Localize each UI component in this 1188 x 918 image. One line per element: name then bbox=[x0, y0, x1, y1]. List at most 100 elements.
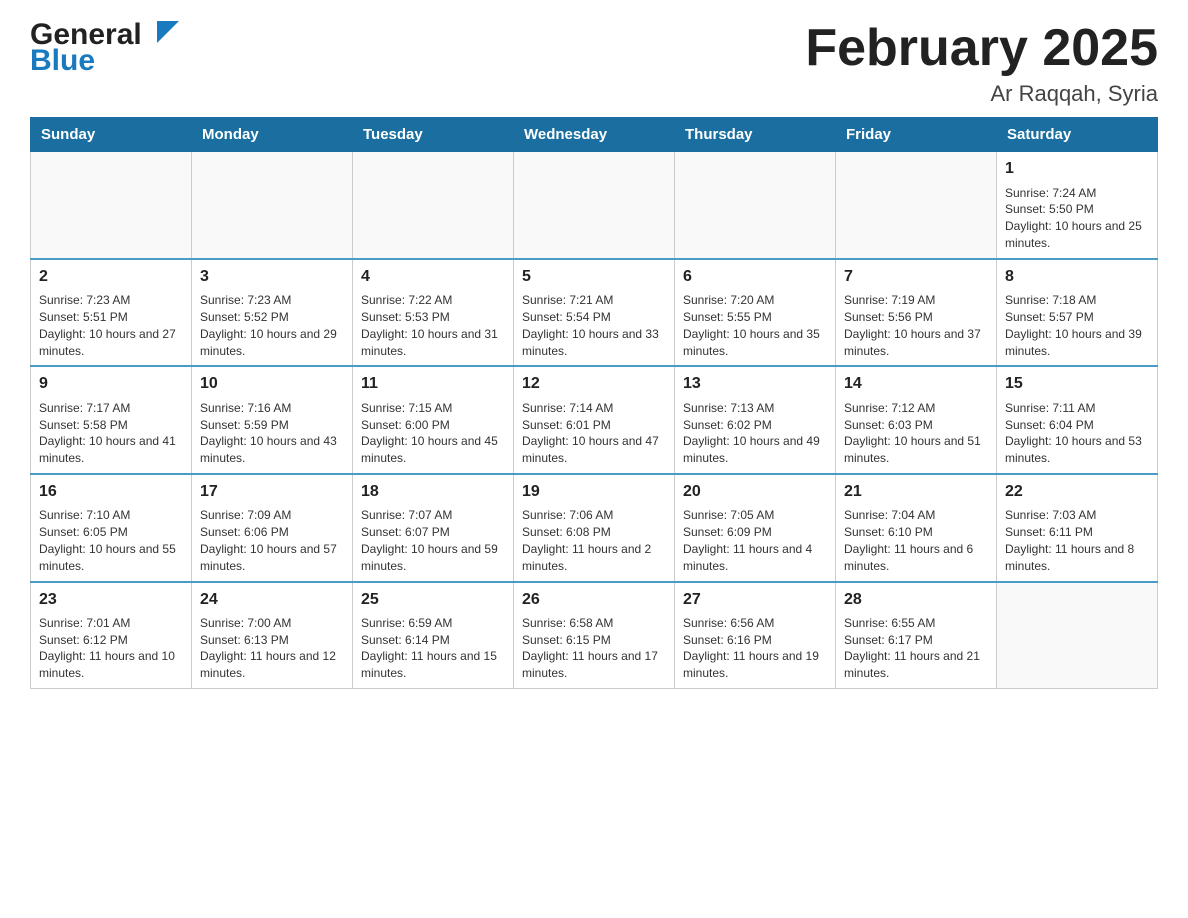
day-number: 3 bbox=[200, 266, 344, 288]
day-number: 8 bbox=[1005, 266, 1149, 288]
day-info: Sunrise: 7:13 AMSunset: 6:02 PMDaylight:… bbox=[683, 400, 827, 467]
day-info: Sunrise: 7:00 AMSunset: 6:13 PMDaylight:… bbox=[200, 615, 344, 682]
day-info: Sunrise: 6:55 AMSunset: 6:17 PMDaylight:… bbox=[844, 615, 988, 682]
day-info: Sunrise: 7:18 AMSunset: 5:57 PMDaylight:… bbox=[1005, 292, 1149, 359]
calendar-cell bbox=[353, 152, 514, 259]
day-info: Sunrise: 7:01 AMSunset: 6:12 PMDaylight:… bbox=[39, 615, 183, 682]
calendar-cell: 27 Sunrise: 6:56 AMSunset: 6:16 PMDayligh… bbox=[675, 582, 836, 689]
calendar-cell bbox=[836, 152, 997, 259]
day-number: 17 bbox=[200, 481, 344, 503]
day-number: 14 bbox=[844, 373, 988, 395]
day-number: 11 bbox=[361, 373, 505, 395]
day-number: 26 bbox=[522, 589, 666, 611]
day-info: Sunrise: 7:12 AMSunset: 6:03 PMDaylight:… bbox=[844, 400, 988, 467]
header: General Blue February 2025 Ar Raqqah, Sy… bbox=[30, 20, 1158, 107]
calendar-cell: 11Sunrise: 7:15 AMSunset: 6:00 PMDayligh… bbox=[353, 366, 514, 474]
day-number: 7 bbox=[844, 266, 988, 288]
day-number: 22 bbox=[1005, 481, 1149, 503]
header-tuesday: Tuesday bbox=[353, 118, 514, 152]
day-number: 10 bbox=[200, 373, 344, 395]
calendar-cell bbox=[31, 152, 192, 259]
calendar-week-row-5: 23 Sunrise: 7:01 AMSunset: 6:12 PMDayligh… bbox=[31, 582, 1158, 689]
calendar-cell: 3 Sunrise: 7:23 AMSunset: 5:52 PMDaylight… bbox=[192, 259, 353, 367]
day-number: 15 bbox=[1005, 373, 1149, 395]
calendar-cell: 1 Sunrise: 7:24 AMSunset: 5:50 PMDaylight… bbox=[997, 152, 1158, 259]
day-info: Sunrise: 7:20 AMSunset: 5:55 PMDaylight:… bbox=[683, 292, 827, 359]
day-info: Sunrise: 7:24 AMSunset: 5:50 PMDaylight:… bbox=[1005, 185, 1149, 252]
calendar-cell: 8 Sunrise: 7:18 AMSunset: 5:57 PMDaylight… bbox=[997, 259, 1158, 367]
day-number: 19 bbox=[522, 481, 666, 503]
day-number: 20 bbox=[683, 481, 827, 503]
calendar-cell: 15 Sunrise: 7:11 AMSunset: 6:04 PMDayligh… bbox=[997, 366, 1158, 474]
calendar-cell: 4Sunrise: 7:22 AMSunset: 5:53 PMDaylight… bbox=[353, 259, 514, 367]
logo-flag-icon bbox=[157, 21, 179, 43]
day-number: 6 bbox=[683, 266, 827, 288]
calendar-cell: 22 Sunrise: 7:03 AMSunset: 6:11 PMDayligh… bbox=[997, 474, 1158, 582]
header-thursday: Thursday bbox=[675, 118, 836, 152]
day-info: Sunrise: 7:11 AMSunset: 6:04 PMDaylight:… bbox=[1005, 400, 1149, 467]
day-number: 9 bbox=[39, 373, 183, 395]
calendar-cell bbox=[514, 152, 675, 259]
header-friday: Friday bbox=[836, 118, 997, 152]
header-monday: Monday bbox=[192, 118, 353, 152]
day-number: 23 bbox=[39, 589, 183, 611]
calendar-cell: 14 Sunrise: 7:12 AMSunset: 6:03 PMDayligh… bbox=[836, 366, 997, 474]
day-number: 18 bbox=[361, 481, 505, 503]
logo: General Blue bbox=[30, 20, 157, 76]
day-number: 16 bbox=[39, 481, 183, 503]
day-info: Sunrise: 7:09 AMSunset: 6:06 PMDaylight:… bbox=[200, 507, 344, 574]
calendar-cell: 20Sunrise: 7:05 AMSunset: 6:09 PMDayligh… bbox=[675, 474, 836, 582]
header-saturday: Saturday bbox=[997, 118, 1158, 152]
day-info: Sunrise: 7:16 AMSunset: 5:59 PMDaylight:… bbox=[200, 400, 344, 467]
location-title: Ar Raqqah, Syria bbox=[805, 81, 1158, 107]
calendar-cell: 26 Sunrise: 6:58 AMSunset: 6:15 PMDayligh… bbox=[514, 582, 675, 689]
calendar-cell: 21Sunrise: 7:04 AMSunset: 6:10 PMDayligh… bbox=[836, 474, 997, 582]
day-info: Sunrise: 7:06 AMSunset: 6:08 PMDaylight:… bbox=[522, 507, 666, 574]
calendar-cell: 24Sunrise: 7:00 AMSunset: 6:13 PMDayligh… bbox=[192, 582, 353, 689]
day-number: 27 bbox=[683, 589, 827, 611]
calendar-cell: 2 Sunrise: 7:23 AMSunset: 5:51 PMDaylight… bbox=[31, 259, 192, 367]
day-info: Sunrise: 7:23 AMSunset: 5:52 PMDaylight:… bbox=[200, 292, 344, 359]
day-info: Sunrise: 7:03 AMSunset: 6:11 PMDaylight:… bbox=[1005, 507, 1149, 574]
day-info: Sunrise: 7:07 AMSunset: 6:07 PMDaylight:… bbox=[361, 507, 505, 574]
calendar-cell: 5 Sunrise: 7:21 AMSunset: 5:54 PMDaylight… bbox=[514, 259, 675, 367]
calendar-cell: 10 Sunrise: 7:16 AMSunset: 5:59 PMDayligh… bbox=[192, 366, 353, 474]
calendar-week-row-4: 16 Sunrise: 7:10 AMSunset: 6:05 PMDayligh… bbox=[31, 474, 1158, 582]
day-info: Sunrise: 7:14 AMSunset: 6:01 PMDaylight:… bbox=[522, 400, 666, 467]
calendar-cell: 6 Sunrise: 7:20 AMSunset: 5:55 PMDaylight… bbox=[675, 259, 836, 367]
day-info: Sunrise: 7:17 AMSunset: 5:58 PMDaylight:… bbox=[39, 400, 183, 467]
calendar-week-row-3: 9 Sunrise: 7:17 AMSunset: 5:58 PMDaylight… bbox=[31, 366, 1158, 474]
day-info: Sunrise: 6:56 AMSunset: 6:16 PMDaylight:… bbox=[683, 615, 827, 682]
calendar-cell: 12Sunrise: 7:14 AMSunset: 6:01 PMDayligh… bbox=[514, 366, 675, 474]
day-info: Sunrise: 7:22 AMSunset: 5:53 PMDaylight:… bbox=[361, 292, 505, 359]
day-info: Sunrise: 6:59 AMSunset: 6:14 PMDaylight:… bbox=[361, 615, 505, 682]
day-info: Sunrise: 7:23 AMSunset: 5:51 PMDaylight:… bbox=[39, 292, 183, 359]
calendar-cell: 25Sunrise: 6:59 AMSunset: 6:14 PMDayligh… bbox=[353, 582, 514, 689]
calendar-cell: 28 Sunrise: 6:55 AMSunset: 6:17 PMDayligh… bbox=[836, 582, 997, 689]
header-wednesday: Wednesday bbox=[514, 118, 675, 152]
calendar-cell bbox=[997, 582, 1158, 689]
month-title: February 2025 bbox=[805, 20, 1158, 77]
day-number: 5 bbox=[522, 266, 666, 288]
day-info: Sunrise: 7:10 AMSunset: 6:05 PMDaylight:… bbox=[39, 507, 183, 574]
day-info: Sunrise: 7:21 AMSunset: 5:54 PMDaylight:… bbox=[522, 292, 666, 359]
day-info: Sunrise: 7:19 AMSunset: 5:56 PMDaylight:… bbox=[844, 292, 988, 359]
calendar-table: Sunday Monday Tuesday Wednesday Thursday… bbox=[30, 117, 1158, 689]
header-sunday: Sunday bbox=[31, 118, 192, 152]
calendar-cell bbox=[675, 152, 836, 259]
calendar-cell: 19 Sunrise: 7:06 AMSunset: 6:08 PMDayligh… bbox=[514, 474, 675, 582]
day-info: Sunrise: 6:58 AMSunset: 6:15 PMDaylight:… bbox=[522, 615, 666, 682]
calendar-cell: 7 Sunrise: 7:19 AMSunset: 5:56 PMDaylight… bbox=[836, 259, 997, 367]
calendar-cell: 18 Sunrise: 7:07 AMSunset: 6:07 PMDayligh… bbox=[353, 474, 514, 582]
day-number: 1 bbox=[1005, 158, 1149, 180]
day-number: 28 bbox=[844, 589, 988, 611]
calendar-cell bbox=[192, 152, 353, 259]
calendar-cell: 16 Sunrise: 7:10 AMSunset: 6:05 PMDayligh… bbox=[31, 474, 192, 582]
calendar-cell: 23 Sunrise: 7:01 AMSunset: 6:12 PMDayligh… bbox=[31, 582, 192, 689]
day-info: Sunrise: 7:04 AMSunset: 6:10 PMDaylight:… bbox=[844, 507, 988, 574]
title-area: February 2025 Ar Raqqah, Syria bbox=[805, 20, 1158, 107]
day-number: 2 bbox=[39, 266, 183, 288]
logo-blue-text: Blue bbox=[30, 46, 95, 76]
calendar-cell: 17 Sunrise: 7:09 AMSunset: 6:06 PMDayligh… bbox=[192, 474, 353, 582]
weekday-header-row: Sunday Monday Tuesday Wednesday Thursday… bbox=[31, 118, 1158, 152]
